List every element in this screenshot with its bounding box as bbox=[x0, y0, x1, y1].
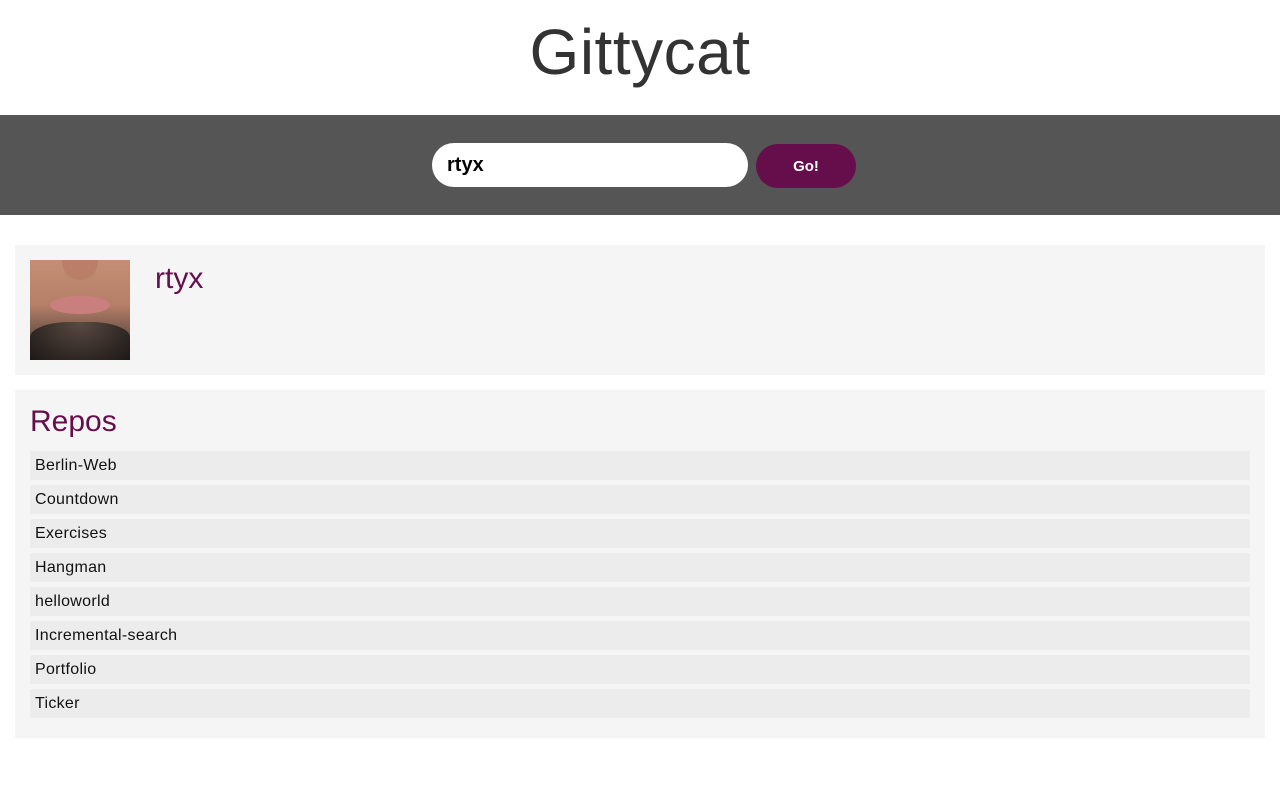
avatar bbox=[30, 260, 130, 360]
repo-item[interactable]: Countdown bbox=[30, 485, 1250, 514]
main-content: rtyx Repos Berlin-Web Countdown Exercise… bbox=[0, 215, 1280, 738]
app-title: Gittycat bbox=[529, 15, 751, 88]
repo-item[interactable]: Berlin-Web bbox=[30, 451, 1250, 480]
repos-card: Repos Berlin-Web Countdown Exercises Han… bbox=[15, 390, 1265, 738]
go-button[interactable]: Go! bbox=[756, 144, 856, 188]
repo-list: Berlin-Web Countdown Exercises Hangman h… bbox=[30, 451, 1250, 718]
repos-title: Repos bbox=[30, 405, 117, 438]
repo-item[interactable]: Exercises bbox=[30, 519, 1250, 548]
repo-item[interactable]: Hangman bbox=[30, 553, 1250, 582]
search-input[interactable] bbox=[432, 143, 748, 187]
app-header: Gittycat bbox=[0, 0, 1280, 115]
repo-item[interactable]: helloworld bbox=[30, 587, 1250, 616]
repo-item[interactable]: Incremental-search bbox=[30, 621, 1250, 650]
repo-item[interactable]: Ticker bbox=[30, 689, 1250, 718]
repo-item[interactable]: Portfolio bbox=[30, 655, 1250, 684]
avatar-nose bbox=[62, 260, 98, 280]
username: rtyx bbox=[155, 262, 204, 295]
search-bar: Go! bbox=[0, 115, 1280, 215]
user-card: rtyx bbox=[15, 245, 1265, 375]
avatar-lips bbox=[50, 296, 110, 314]
avatar-beard bbox=[30, 322, 130, 360]
